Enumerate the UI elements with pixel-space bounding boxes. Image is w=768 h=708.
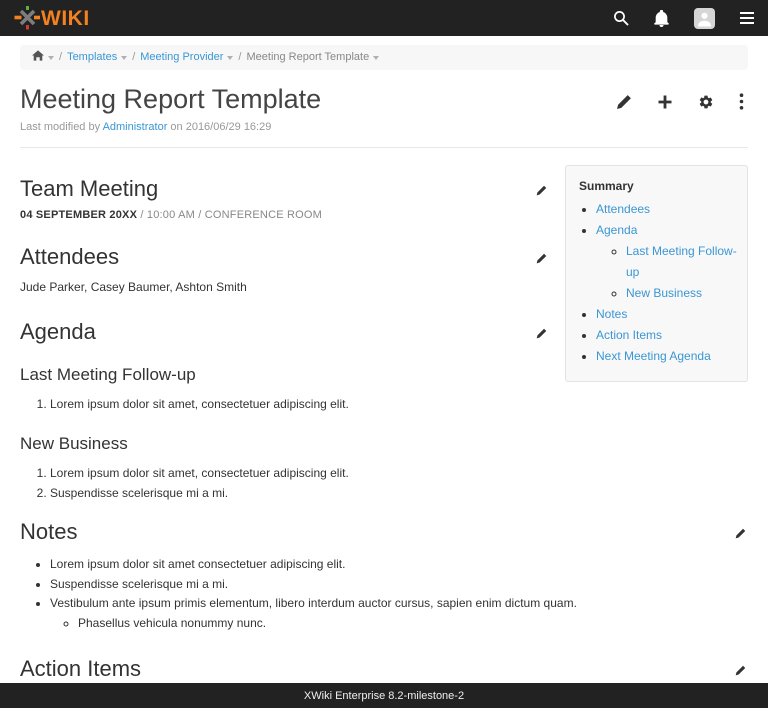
list-item: Vestibulum ante ipsum primis elementum, …	[50, 594, 748, 634]
subsection-title-new-business: New Business	[20, 434, 549, 454]
hamburger-menu-icon[interactable]	[740, 12, 754, 24]
list-item: New Business	[626, 283, 737, 304]
chevron-down-icon[interactable]	[48, 56, 54, 60]
header-divider	[20, 147, 748, 148]
summary-link-agenda[interactable]: Agenda	[596, 223, 637, 237]
user-avatar[interactable]	[694, 8, 715, 29]
section-title-action-items: Action Items	[20, 656, 141, 682]
list-item: Phasellus vehicula nonummy nunc.	[78, 614, 748, 634]
summary-links-list: Attendees Agenda Last Meeting Follow-up …	[579, 199, 737, 367]
logo-text: WIKI	[41, 8, 90, 29]
section-title-notes: Notes	[20, 519, 77, 545]
new-business-list: Lorem ipsum dolor sit amet, consectetuer…	[20, 464, 549, 504]
version-text: XWiki Enterprise 8.2-milestone-2	[304, 690, 464, 702]
list-item: Agenda Last Meeting Follow-up New Busine…	[596, 220, 737, 304]
notifications-bell-icon[interactable]	[654, 10, 669, 27]
list-item: Lorem ipsum dolor sit amet, consectetuer…	[50, 464, 549, 484]
summary-link-action-items[interactable]: Action Items	[596, 328, 662, 342]
list-item: Last Meeting Follow-up	[626, 241, 737, 283]
document-actions	[616, 93, 744, 110]
edit-section-pencil-icon[interactable]	[534, 253, 549, 264]
settings-gear-icon[interactable]	[698, 94, 714, 110]
edit-pencil-icon[interactable]	[616, 94, 632, 110]
summary-link-follow-up[interactable]: Last Meeting Follow-up	[626, 244, 737, 279]
list-item: Next Meeting Agenda	[596, 346, 737, 367]
chevron-down-icon[interactable]	[227, 56, 233, 60]
breadcrumb-link-templates[interactable]: Templates	[67, 50, 117, 65]
list-item: Lorem ipsum dolor sit amet consectetuer …	[50, 555, 748, 575]
breadcrumb-current-page: Meeting Report Template	[246, 50, 369, 65]
list-item: Action Items	[596, 325, 737, 346]
section-title-attendees: Attendees	[20, 244, 119, 270]
xwiki-logo-asterisk-icon	[14, 5, 41, 31]
last-modified-line: Last modified by Administrator on 2016/0…	[20, 121, 748, 133]
section-title-team-meeting: Team Meeting	[20, 176, 158, 202]
version-bar: XWiki Enterprise 8.2-milestone-2	[0, 683, 768, 708]
document-content: Team Meeting 04 SEPTEMBER 20XX / 10:00 A…	[20, 165, 565, 503]
follow-up-list: Lorem ipsum dolor sit amet, consectetuer…	[20, 395, 549, 415]
navbar-actions	[613, 8, 754, 29]
breadcrumb-home-link[interactable]	[32, 50, 44, 65]
breadcrumb: / Templates / Meeting Provider / Meeting…	[20, 45, 748, 70]
list-item: Attendees	[596, 199, 737, 220]
list-item: Notes	[596, 304, 737, 325]
meeting-meta-line: 04 SEPTEMBER 20XX / 10:00 AM / CONFERENC…	[20, 209, 549, 221]
edit-section-pencil-icon[interactable]	[534, 328, 549, 339]
summary-link-notes[interactable]: Notes	[596, 307, 627, 321]
xwiki-logo[interactable]: WIKI	[14, 5, 90, 31]
edit-section-pencil-icon[interactable]	[534, 185, 549, 196]
search-icon[interactable]	[613, 10, 629, 26]
list-item: Suspendisse scelerisque mi a mi.	[50, 575, 748, 595]
summary-link-attendees[interactable]: Attendees	[596, 202, 650, 216]
notes-list: Lorem ipsum dolor sit amet consectetuer …	[20, 555, 748, 634]
list-item: Lorem ipsum dolor sit amet, consectetuer…	[50, 395, 549, 415]
breadcrumb-link-meeting-provider[interactable]: Meeting Provider	[140, 50, 223, 65]
create-plus-icon[interactable]	[657, 94, 673, 110]
chevron-down-icon[interactable]	[121, 56, 127, 60]
modified-by-user-link[interactable]: Administrator	[103, 121, 168, 133]
summary-panel-title: Summary	[579, 179, 737, 193]
attendees-text: Jude Parker, Casey Baumer, Ashton Smith	[20, 278, 549, 296]
more-actions-kebab-icon[interactable]	[739, 93, 744, 110]
summary-link-next-meeting[interactable]: Next Meeting Agenda	[596, 349, 711, 363]
chevron-down-icon[interactable]	[373, 56, 379, 60]
summary-panel: Summary Attendees Agenda Last Meeting Fo…	[565, 165, 748, 382]
summary-link-new-business[interactable]: New Business	[626, 286, 702, 300]
section-title-agenda: Agenda	[20, 319, 96, 345]
top-navbar: WIKI	[0, 0, 768, 36]
subsection-title-follow-up: Last Meeting Follow-up	[20, 365, 549, 385]
edit-section-pencil-icon[interactable]	[733, 665, 748, 676]
edit-section-pencil-icon[interactable]	[733, 528, 748, 539]
list-item: Suspendisse scelerisque mi a mi.	[50, 484, 549, 504]
home-icon	[32, 50, 44, 61]
xwiki-page: WIKI	[0, 0, 768, 708]
page-title: Meeting Report Template	[20, 85, 321, 115]
